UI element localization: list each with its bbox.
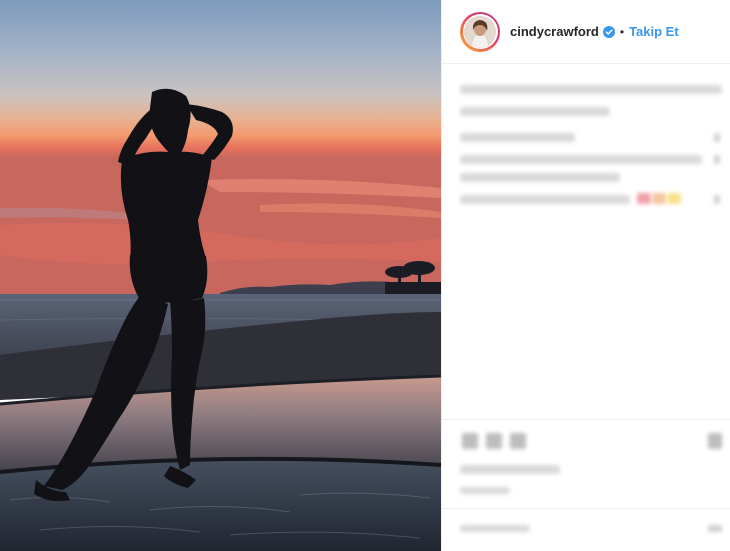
header-separator: • bbox=[619, 24, 625, 39]
post-sidebar: cindycrawford • Takip Et bbox=[441, 0, 730, 551]
author-username[interactable]: cindycrawford bbox=[510, 24, 599, 39]
instagram-post: cindycrawford • Takip Et bbox=[0, 0, 730, 551]
post-header: cindycrawford • Takip Et bbox=[442, 0, 730, 64]
bookmark-icon[interactable] bbox=[708, 433, 722, 449]
follow-button[interactable]: Takip Et bbox=[629, 24, 679, 39]
beach-sunset-image bbox=[0, 0, 441, 551]
actions-divider bbox=[442, 419, 730, 420]
avatar-image bbox=[464, 15, 496, 48]
share-icon[interactable] bbox=[510, 433, 526, 449]
verified-badge-icon bbox=[602, 25, 615, 38]
comment-icon[interactable] bbox=[486, 433, 502, 449]
post-photo[interactable] bbox=[0, 0, 441, 551]
avatar[interactable] bbox=[460, 11, 500, 52]
heart-icon[interactable] bbox=[462, 433, 478, 449]
